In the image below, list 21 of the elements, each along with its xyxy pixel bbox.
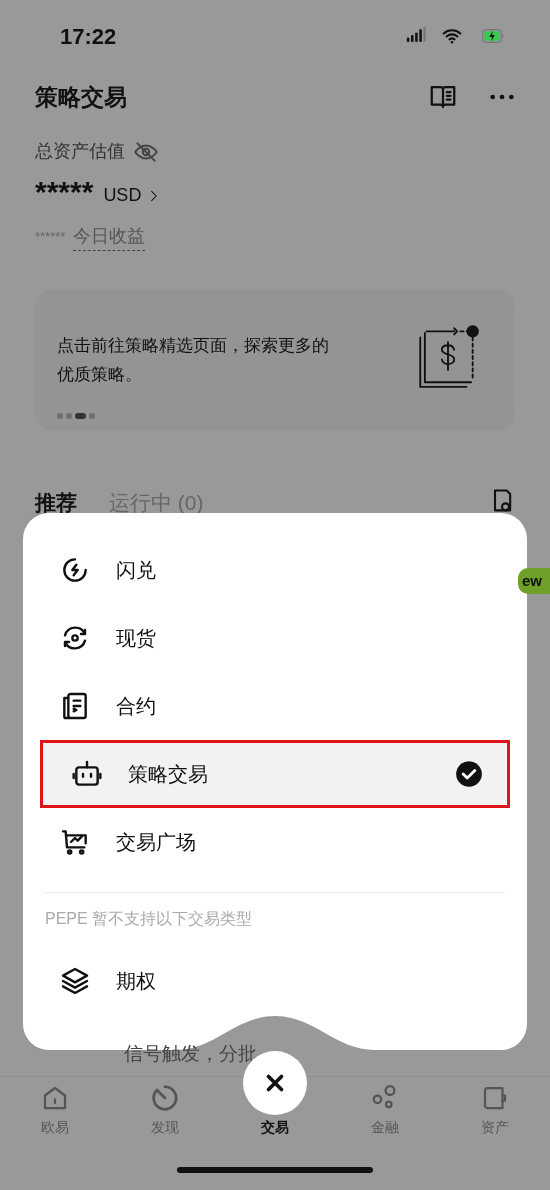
menu-item[interactable]: 期权 xyxy=(23,947,527,1015)
currency-selector[interactable]: USD xyxy=(103,182,162,211)
assets-label: 总资产估值 xyxy=(35,140,125,163)
page-title: 策略交易 xyxy=(35,82,127,112)
menu-item[interactable]: 现货 xyxy=(23,604,527,672)
menu-item[interactable]: 合约 xyxy=(23,672,527,740)
layers-icon xyxy=(59,965,91,997)
tab[interactable]: 推荐 xyxy=(35,487,77,519)
today-earnings-value: ****** xyxy=(35,228,66,247)
banner-card[interactable]: 点击前往策略精选页面，探索更多的优质策略。 xyxy=(35,289,515,431)
banner-text: 点击前往策略精选页面，探索更多的优质策略。 xyxy=(57,335,330,386)
assets-value: ***** xyxy=(35,174,94,210)
menu-item[interactable]: 策略交易 xyxy=(40,740,510,808)
unsupported-note: PEPE 暂不支持以下交易类型 xyxy=(44,909,254,929)
status-time: 17:22 xyxy=(60,22,117,51)
new-badge: ew xyxy=(518,568,550,594)
wifi-icon xyxy=(440,26,464,46)
compass-circle-icon xyxy=(150,1083,180,1113)
check-circle-icon xyxy=(455,760,483,788)
nav-tab[interactable]: 交易 xyxy=(261,1117,289,1138)
menu-item[interactable]: 交易广场 xyxy=(23,808,527,876)
